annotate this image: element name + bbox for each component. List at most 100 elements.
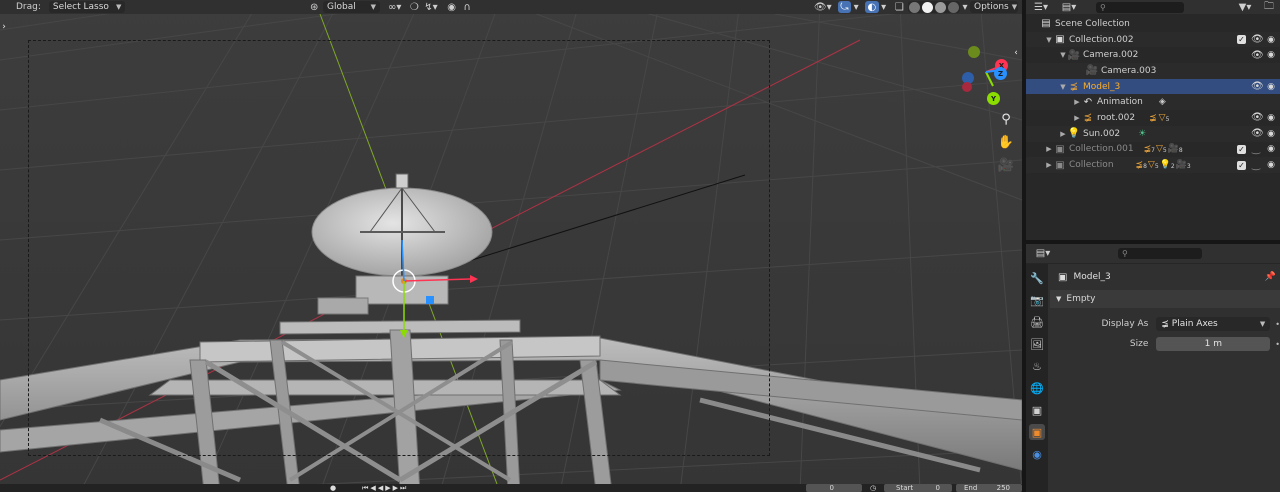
zoom-icon[interactable]: ⚲ (997, 110, 1015, 128)
display-as-dropdown[interactable]: ⪵ Plain Axes ▼ (1156, 317, 1271, 331)
render-camera-icon[interactable]: ◉ (1266, 50, 1276, 60)
eye-icon[interactable]: 👁 (1251, 128, 1264, 139)
eye-icon[interactable]: 👁 (1251, 112, 1264, 123)
tree-row-camera-003[interactable]: 🎥 Camera.003 (1026, 63, 1280, 79)
start-frame-field[interactable]: Start 0 (884, 484, 952, 492)
end-frame-field[interactable]: End 250 (956, 484, 1022, 492)
render-camera-icon[interactable]: ◉ (1266, 82, 1276, 92)
disclosure-down-icon[interactable]: ▼ (1044, 36, 1054, 44)
tool-tab-icon[interactable]: 🔧 (1029, 270, 1045, 286)
xray-toggle-icon[interactable]: ❏ (892, 1, 906, 13)
new-collection-icon[interactable]: 🗀 (1262, 1, 1276, 13)
render-tab-icon[interactable]: 📷 (1029, 292, 1045, 308)
overlays-toggle-icon[interactable]: ◐ (865, 1, 879, 13)
playback-controls[interactable]: ● ⏮ ◀ ◀ ▶ ▶ ⏭ (330, 484, 406, 492)
render-camera-icon[interactable]: ◉ (1266, 113, 1276, 123)
render-camera-icon[interactable]: ◉ (1266, 35, 1276, 45)
disclosure-down-icon[interactable]: ▼ (1058, 83, 1068, 91)
drag-mode-dropdown[interactable]: Select Lasso ▼ (48, 1, 126, 13)
disclosure-down-icon[interactable]: ▼ (1058, 51, 1068, 59)
filter-icon[interactable]: ▼▾ (1234, 1, 1256, 13)
toolbar-toggle-chevron-icon[interactable]: › (0, 18, 8, 36)
chevron-down-icon[interactable]: ▾ (960, 1, 970, 13)
display-mode-icon[interactable]: ▤▾ (1058, 1, 1080, 13)
play-icon[interactable]: ▶ (385, 484, 390, 492)
camera-view-icon[interactable]: 🎥 (997, 156, 1015, 174)
animate-property-dot[interactable]: • (1275, 320, 1280, 329)
chevron-down-icon[interactable]: ▾ (879, 1, 889, 13)
properties-search-input[interactable]: ⚲ (1118, 248, 1202, 259)
tree-row-sun-002[interactable]: ▶ 💡 Sun.002 ☀ 👁 ◉ (1026, 125, 1280, 142)
tree-row-root-002[interactable]: ▶ ⪵ root.002 ⪵ ▽5 👁 ◉ (1026, 110, 1280, 126)
size-field[interactable]: 1 m (1156, 337, 1271, 351)
eye-closed-icon[interactable]: ‿ (1251, 144, 1261, 155)
snap-target-icon[interactable]: ↯▾ (421, 1, 441, 13)
world-tab-icon[interactable]: 🌐 (1029, 380, 1045, 396)
object-tab-icon[interactable]: ▣ (1029, 424, 1045, 440)
3d-viewport[interactable]: Drag: Select Lasso ▼ ⊛ Global ▼ ∞▾ ❍ ↯▾ … (0, 0, 1022, 492)
exclude-checkbox[interactable]: ✓ (1237, 144, 1246, 154)
tree-row-animation[interactable]: ▶ ↶ Animation ◈ (1026, 94, 1280, 111)
tree-row-collection[interactable]: ▶ ▣ Collection ⪵8 ▽5 💡2 🎥3 ✓ ‿ ◉ (1026, 157, 1280, 173)
wireframe-shading-icon[interactable] (909, 1, 921, 13)
render-camera-icon[interactable]: ◉ (1266, 160, 1276, 170)
disclosure-right-icon[interactable]: ▶ (1072, 98, 1082, 106)
render-camera-icon[interactable]: ◉ (1266, 144, 1276, 154)
disclosure-right-icon[interactable]: ▶ (1072, 114, 1082, 122)
gizmo-toggle-icon[interactable]: ⤿ (837, 1, 852, 13)
tree-row-collection-001[interactable]: ▶ ▣ Collection.001 ⪵7 ▽5 🎥8 ✓ ‿ ◉ (1026, 142, 1280, 158)
transform-orientation-dropdown[interactable]: Global ▼ (323, 1, 380, 13)
empty-panel-header[interactable]: ▼ Empty (1050, 290, 1280, 308)
jump-start-icon[interactable]: ⏮ (362, 484, 368, 492)
editor-type-icon[interactable]: ▤▾ (1032, 248, 1054, 260)
rendered-shading-icon[interactable] (948, 1, 960, 13)
tree-row-model-3[interactable]: ▼ ⪵ Model_3 👁 ◉ (1026, 78, 1280, 95)
sidebar-toggle-chevron-icon[interactable]: ‹ (1011, 44, 1021, 62)
eye-icon[interactable]: 👁 (1251, 81, 1264, 92)
current-frame-field[interactable]: 0 (806, 484, 862, 492)
proportional-edit-icon[interactable]: ◉ (445, 1, 459, 13)
physics-tab-icon[interactable]: ◉ (1029, 446, 1045, 462)
collection-tab-icon[interactable]: ▣ (1029, 402, 1045, 418)
object-name-text[interactable]: Model_3 (1073, 272, 1110, 282)
gizmo-neg-x-ball[interactable] (962, 82, 972, 92)
eye-icon[interactable]: 👁 (1251, 34, 1264, 45)
animate-property-dot[interactable]: • (1275, 340, 1280, 349)
disclosure-right-icon[interactable]: ▶ (1044, 145, 1054, 153)
exclude-checkbox[interactable]: ✓ (1237, 160, 1246, 170)
play-reverse-icon[interactable]: ◀ (378, 484, 383, 492)
view-layer-tab-icon[interactable]: 🖼 (1029, 336, 1045, 352)
options-dropdown[interactable]: Options ▼ (970, 1, 1018, 13)
editor-type-icon[interactable]: ☰▾ (1030, 1, 1052, 13)
gizmo-neg-y-ball[interactable] (968, 46, 980, 58)
record-icon[interactable]: ● (330, 484, 336, 492)
eye-icon[interactable]: 👁 (1251, 50, 1264, 61)
outliner-search-input[interactable]: ⚲ (1096, 1, 1184, 13)
disclosure-right-icon[interactable]: ▶ (1058, 130, 1068, 138)
pin-icon[interactable]: 📌 (1265, 272, 1276, 282)
exclude-checkbox[interactable]: ✓ (1237, 35, 1246, 45)
prev-keyframe-icon[interactable]: ◀ (370, 484, 375, 492)
jump-end-icon[interactable]: ⏭ (400, 484, 406, 492)
next-keyframe-icon[interactable]: ▶ (393, 484, 398, 492)
gizmo-y-ball[interactable]: Y (987, 92, 1000, 105)
pivot-point-icon[interactable]: ∞▾ (384, 1, 406, 13)
falloff-icon[interactable]: ∩ (458, 1, 476, 13)
visibility-eye-icon[interactable]: 👁▾ (812, 1, 834, 13)
gizmo-z-ball[interactable]: Z (994, 67, 1007, 80)
tree-row-camera-002[interactable]: ▼ 🎥 Camera.002 👁 ◉ (1026, 47, 1280, 63)
material-preview-icon[interactable] (935, 1, 947, 13)
render-camera-icon[interactable]: ◉ (1266, 129, 1276, 139)
scene-tab-icon[interactable]: ♨ (1029, 358, 1045, 374)
tree-row-collection-002[interactable]: ▼ ▣ Collection.002 ✓ 👁 ◉ (1026, 31, 1280, 48)
tree-row-scene-collection[interactable]: ▤ Scene Collection (1026, 16, 1280, 32)
snap-icon[interactable]: ❍ (407, 1, 421, 13)
transform-orientation-icon[interactable]: ⊛ (307, 1, 321, 13)
disclosure-right-icon[interactable]: ▶ (1044, 161, 1054, 169)
chevron-down-icon[interactable]: ▾ (851, 1, 861, 13)
output-tab-icon[interactable]: 🖨 (1029, 314, 1045, 330)
pan-hand-icon[interactable]: ✋ (997, 133, 1015, 151)
clock-icon[interactable]: ◷ (870, 484, 876, 492)
eye-closed-icon[interactable]: ‿ (1251, 160, 1261, 171)
solid-shading-icon[interactable] (922, 1, 934, 13)
